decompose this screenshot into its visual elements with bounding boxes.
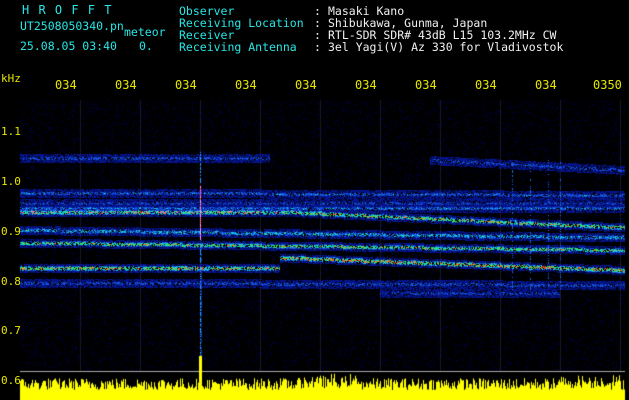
antenna-sep: : [314, 40, 321, 54]
x-tick-label: 034 [535, 79, 557, 91]
x-tick-label: 034 [175, 79, 197, 91]
mode-label: meteor [124, 25, 166, 39]
header-panel: H R O F F T UT2508050340.pn meteor 25.08… [0, 0, 629, 72]
x-tick-label: 034 [115, 79, 137, 91]
x-tick-label: 034 [55, 79, 77, 91]
y-tick-label: 1.1 [1, 125, 21, 138]
x-tick-label: 034 [235, 79, 257, 91]
y-tick-label: 0.8 [1, 275, 21, 288]
datetime-label: 25.08.05 03:40 [20, 39, 117, 53]
x-tick-label: 034 [475, 79, 497, 91]
antenna-label: Receiving Antenna [179, 40, 297, 54]
antenna-value: 3el Yagi(V) Az 330 for Vladivostok [328, 40, 564, 54]
y-tick-label: 0.9 [1, 225, 21, 238]
x-tick-label: 034 [415, 79, 437, 91]
x-tick-label: 034 [295, 79, 317, 91]
counter-label: 0. [139, 39, 153, 53]
x-tick-label: 0350 [593, 79, 622, 91]
y-axis-unit: kHz [1, 72, 21, 85]
y-tick-label: 0.7 [1, 324, 21, 337]
filename-label: UT2508050340.pn [20, 19, 124, 33]
y-tick-label: 1.0 [1, 175, 21, 188]
x-tick-label: 034 [355, 79, 377, 91]
brand-title: H R O F F T [22, 3, 113, 17]
y-tick-label: 0.6 [1, 374, 21, 387]
